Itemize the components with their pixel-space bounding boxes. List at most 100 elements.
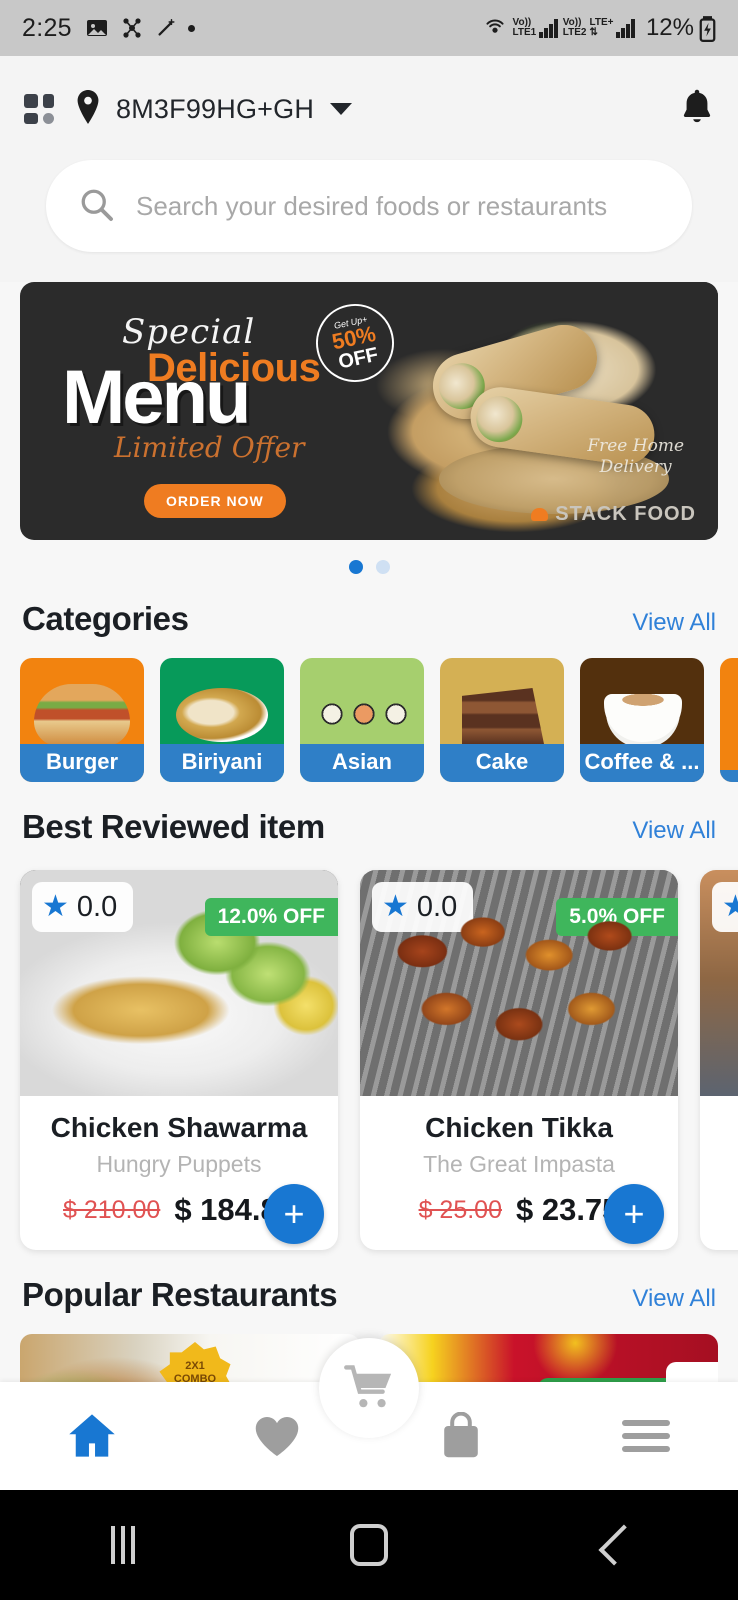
food-image: ★ 0.0 12.0% OFF bbox=[20, 870, 338, 1096]
categories-list[interactable]: Burger Biriyani Asian Cake Coffee & ... bbox=[0, 658, 738, 782]
food-image: ★ 0.0 bbox=[700, 870, 738, 1096]
best-reviewed-list[interactable]: ★ 0.0 12.0% OFF Chicken Shawarma Hungry … bbox=[0, 866, 738, 1250]
status-bar: 2:25 Vo)) LTE1 Vo)) LTE2 LTE+ ⇅ 12% bbox=[0, 0, 738, 56]
dot-icon bbox=[187, 24, 195, 32]
status-bar-right-icons: Vo)) LTE1 Vo)) LTE2 LTE+ ⇅ 12% bbox=[482, 14, 716, 42]
status-bar-clock: 2:25 bbox=[22, 13, 72, 42]
restaurant-card[interactable]: Free Delivery bbox=[378, 1334, 718, 1382]
order-now-button[interactable]: ORDER NOW bbox=[144, 484, 286, 518]
search-input[interactable] bbox=[136, 190, 660, 222]
bluetooth-share-icon bbox=[123, 18, 141, 38]
carousel-dot-active[interactable] bbox=[348, 560, 363, 574]
signal-bars-icon bbox=[539, 18, 558, 38]
search-icon bbox=[78, 186, 114, 227]
popular-restaurants-title: Popular Restaurants bbox=[22, 1276, 338, 1313]
signal-bars-icon bbox=[616, 18, 635, 38]
promo-banner[interactable]: Special Delicious Menu Limited Offer Get… bbox=[20, 282, 718, 540]
banner-limited-offer-label: Limited Offer bbox=[114, 431, 305, 465]
sim1-volte-label: Vo)) LTE1 bbox=[512, 17, 537, 38]
burger-icon bbox=[531, 508, 549, 521]
magic-wand-icon bbox=[158, 19, 175, 36]
food-name: Chicken Shawarma bbox=[50, 1112, 308, 1143]
home-icon bbox=[69, 1414, 115, 1457]
star-icon: ★ bbox=[722, 890, 738, 923]
heart-icon bbox=[255, 1416, 299, 1456]
category-card-partial[interactable] bbox=[720, 658, 738, 782]
cart-fab-button[interactable] bbox=[319, 1338, 419, 1438]
restaurant-card[interactable]: 2X1 COMBO OFFERS CA bbox=[20, 1334, 360, 1382]
bottom-navigation-bar bbox=[0, 1338, 738, 1490]
category-label bbox=[720, 770, 738, 782]
image-icon bbox=[86, 20, 107, 36]
food-card[interactable]: ★ 0.0 5.0% OFF Chicken Tikka The Great I… bbox=[360, 870, 678, 1250]
android-back-button[interactable] bbox=[492, 1524, 738, 1566]
free-delivery-note: Free Home Delivery bbox=[587, 435, 684, 477]
chevron-down-icon[interactable] bbox=[330, 103, 353, 115]
category-card-asian[interactable]: Asian bbox=[300, 658, 424, 782]
status-bar-left-icons bbox=[85, 16, 195, 40]
food-image: ★ 0.0 5.0% OFF bbox=[360, 870, 678, 1096]
category-label: Biriyani bbox=[160, 744, 284, 782]
hamburger-menu-icon bbox=[621, 1420, 670, 1452]
food-card-partial[interactable]: ★ 0.0 bbox=[700, 870, 738, 1250]
grid-menu-icon[interactable] bbox=[24, 94, 54, 124]
categories-view-all-link[interactable]: View All bbox=[632, 609, 716, 637]
category-card-coffee[interactable]: Coffee & ... bbox=[580, 658, 704, 782]
data-arrows-icon: ⇅ bbox=[589, 27, 598, 38]
food-store-name: The Great Impasta bbox=[423, 1151, 615, 1177]
food-name: Chicken Tikka bbox=[425, 1112, 613, 1143]
search-bar[interactable] bbox=[46, 160, 692, 252]
add-to-cart-button[interactable]: + bbox=[604, 1184, 664, 1244]
food-card-body bbox=[700, 1096, 738, 1134]
best-reviewed-header: Best Reviewed item View All bbox=[0, 782, 738, 866]
food-card[interactable]: ★ 0.0 12.0% OFF Chicken Shawarma Hungry … bbox=[20, 870, 338, 1250]
category-label: Burger bbox=[20, 744, 144, 782]
banner-special-label: Special bbox=[122, 312, 256, 352]
banner-text-block: Special Delicious Menu Limited Offer bbox=[62, 312, 321, 465]
discount-badge: 12.0% OFF bbox=[204, 898, 338, 936]
brand-logo: STACK FOOD bbox=[531, 503, 696, 526]
banner-section: Special Delicious Menu Limited Offer Get… bbox=[0, 282, 738, 574]
category-image bbox=[720, 658, 738, 782]
rating-value: 0.0 bbox=[76, 890, 118, 923]
location-pin-icon[interactable] bbox=[74, 89, 102, 129]
food-card-body: Chicken Tikka The Great Impasta $ 25.00 … bbox=[360, 1096, 678, 1250]
battery-percent-label: 12% bbox=[645, 14, 694, 41]
network-type-label: LTE+ ⇅ bbox=[589, 17, 614, 38]
add-to-cart-button[interactable]: + bbox=[264, 1184, 324, 1244]
best-reviewed-view-all-link[interactable]: View All bbox=[632, 817, 716, 845]
bell-icon[interactable] bbox=[680, 88, 714, 131]
category-card-burger[interactable]: Burger bbox=[20, 658, 144, 782]
category-label: Cake bbox=[440, 744, 564, 782]
categories-title: Categories bbox=[22, 600, 189, 637]
location-code-label[interactable]: 8M3F99HG+GH bbox=[116, 94, 314, 125]
back-chevron-icon bbox=[598, 1524, 640, 1566]
brand-logo-label: STACK FOOD bbox=[555, 503, 696, 525]
nav-item-menu[interactable] bbox=[554, 1416, 738, 1456]
popular-restaurants-view-all-link[interactable]: View All bbox=[632, 1285, 716, 1313]
android-navigation-bar bbox=[0, 1490, 738, 1600]
battery-charging-icon bbox=[699, 15, 716, 42]
app-header-row: 8M3F99HG+GH bbox=[24, 80, 714, 138]
food-store-name: Hungry Puppets bbox=[96, 1151, 262, 1177]
star-icon: ★ bbox=[42, 890, 69, 923]
carousel-dot[interactable] bbox=[375, 560, 390, 574]
popular-restaurants-header: Popular Restaurants View All bbox=[0, 1250, 738, 1334]
rating-badge: ★ 0.0 bbox=[32, 882, 134, 932]
shopping-cart-icon bbox=[344, 1365, 392, 1408]
nav-item-home[interactable] bbox=[0, 1412, 185, 1460]
android-home-button[interactable] bbox=[246, 1524, 492, 1566]
category-card-cake[interactable]: Cake bbox=[440, 658, 564, 782]
rating-badge: ★ 0.0 bbox=[372, 882, 474, 932]
favorite-button[interactable] bbox=[666, 1362, 718, 1382]
android-recents-button[interactable] bbox=[0, 1526, 246, 1564]
main-scroll-area[interactable]: Special Delicious Menu Limited Offer Get… bbox=[0, 282, 738, 1382]
sim2-signal: Vo)) LTE2 LTE+ ⇅ bbox=[563, 18, 635, 38]
shopping-bag-icon bbox=[444, 1412, 479, 1458]
app-header: 8M3F99HG+GH bbox=[0, 56, 738, 282]
category-label: Asian bbox=[300, 744, 424, 782]
recents-icon bbox=[111, 1526, 135, 1564]
discount-badge: 5.0% OFF bbox=[556, 898, 678, 936]
carousel-dots[interactable] bbox=[20, 540, 718, 574]
category-card-biriyani[interactable]: Biriyani bbox=[160, 658, 284, 782]
